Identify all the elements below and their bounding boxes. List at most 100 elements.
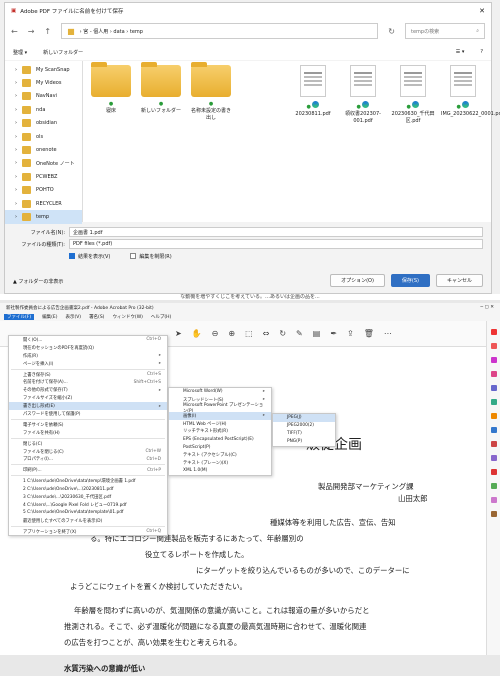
hand-tool-icon[interactable]: ✋ xyxy=(192,329,202,338)
chevron-right-icon[interactable]: › xyxy=(15,67,17,73)
file-item[interactable]: ● 名称未設定の書き出し xyxy=(189,62,233,121)
view-result-checkbox[interactable]: 結果を表示(V) xyxy=(69,253,110,260)
menu-item[interactable]: 名前を付けて保存(A)... Shift+Ctrl+S xyxy=(9,378,167,386)
menu-item[interactable]: JPEG2000(2) xyxy=(273,422,335,430)
menu-item[interactable]: ファイルサイズを縮小(Z) xyxy=(9,394,167,402)
menu-item[interactable]: ファイルを閉じる(C) Ctrl+W xyxy=(9,448,167,456)
file-item[interactable]: ● 新しいフォルダー xyxy=(139,62,183,115)
share-icon[interactable]: ⇪ xyxy=(347,329,354,338)
file-item[interactable]: ● IMG_20230622_0001.pdf xyxy=(441,65,500,118)
options-button[interactable]: オプション(O) xyxy=(330,274,385,287)
menu-item[interactable]: その他の形式で保存(T) ▸ xyxy=(9,386,167,394)
tool-icon[interactable] xyxy=(490,371,497,377)
menu-item[interactable]: 5 C:\Users\ude\OneDrive\data\template\01… xyxy=(9,509,167,517)
new-folder-button[interactable]: 新しいフォルダー xyxy=(43,49,83,56)
menu-item[interactable]: EPS (Encapsulated PostScript)(E) xyxy=(169,435,271,443)
delete-icon[interactable]: 🗑 xyxy=(364,329,374,338)
chevron-right-icon[interactable]: › xyxy=(15,147,17,153)
sidebar-item[interactable]: › My Videos xyxy=(5,76,82,89)
sidebar-item[interactable]: › NavNavi xyxy=(5,90,82,103)
menu-1[interactable]: 編集(E) xyxy=(42,314,57,320)
back-icon[interactable]: ← xyxy=(11,27,18,36)
menu-item[interactable]: 閉じる(C) xyxy=(9,440,167,448)
tool-icon[interactable] xyxy=(490,427,497,433)
menu-item[interactable]: テキスト (アクセシブル)(C) xyxy=(169,451,271,459)
menu-5[interactable]: ヘルプ(H) xyxy=(151,314,171,320)
file-item[interactable]: ● 寝床 xyxy=(89,62,133,115)
organize-button[interactable]: 整理 ▾ xyxy=(13,49,27,56)
menu-item[interactable]: リッチテキスト形式(R) xyxy=(169,427,271,435)
menu-4[interactable]: ウィンドウ(W) xyxy=(112,314,142,320)
menu-item[interactable]: 1 C:\Users\ude\OneDrive\data\temp\環境企画書 … xyxy=(9,477,167,485)
menu-item[interactable]: 印刷(P)... Ctrl+P xyxy=(9,466,167,474)
filename-input[interactable]: 企画書 1.pdf xyxy=(69,227,483,237)
chevron-right-icon[interactable]: › xyxy=(15,134,17,140)
restrict-edit-checkbox[interactable]: 編集を制限(R) xyxy=(130,253,172,260)
menu-item[interactable]: ファイルを共有(H) xyxy=(9,429,167,437)
chevron-right-icon[interactable]: › xyxy=(15,174,17,180)
file-item[interactable]: ● 領収書202307-001.pdf xyxy=(341,65,385,124)
close-icon[interactable]: ✕ xyxy=(479,7,485,15)
filetype-select[interactable]: PDF files (*.pdf) xyxy=(69,239,483,249)
menu-3[interactable]: 署名(S) xyxy=(89,314,104,320)
tool-icon[interactable] xyxy=(490,469,497,475)
zoom-in-icon[interactable]: ⊕ xyxy=(228,329,235,338)
tool-icon[interactable] xyxy=(490,343,497,349)
menu-item[interactable]: テキスト (プレーン)(X) xyxy=(169,459,271,467)
sign-icon[interactable]: ✒ xyxy=(330,329,337,338)
marquee-icon[interactable]: ⬚ xyxy=(245,329,253,338)
tool-icon[interactable] xyxy=(490,399,497,405)
menu-item[interactable]: Microsoft PowerPoint プレゼンテーション(P) xyxy=(169,403,271,414)
menu-item[interactable]: JPEG(J) xyxy=(273,414,335,422)
menu-item[interactable]: TIFF(T) xyxy=(273,430,335,438)
menu-item[interactable]: プロパティ(I)... Ctrl+D xyxy=(9,455,167,463)
tool-icon[interactable] xyxy=(490,483,497,489)
chevron-right-icon[interactable]: › xyxy=(15,160,17,166)
tool-icon[interactable] xyxy=(490,455,497,461)
menu-item[interactable]: 上書き保存(S) Ctrl+S xyxy=(9,371,167,379)
up-icon[interactable]: ↑ xyxy=(44,27,51,36)
chevron-right-icon[interactable]: › xyxy=(15,201,17,207)
refresh-icon[interactable]: ↻ xyxy=(388,27,395,36)
menu-item[interactable]: PostScript(P) xyxy=(169,443,271,451)
tool-icon[interactable] xyxy=(490,441,497,447)
tool-icon[interactable] xyxy=(490,357,497,363)
fit-icon[interactable]: ⇔ xyxy=(263,329,270,338)
zoom-out-icon[interactable]: ⊖ xyxy=(212,329,219,338)
chevron-right-icon[interactable]: › xyxy=(15,214,17,220)
highlight-icon[interactable]: ▤ xyxy=(313,329,321,338)
path-box[interactable]: ■ › 宮 - 個人用 › data › temp xyxy=(61,23,379,39)
tool-icon[interactable] xyxy=(490,413,497,419)
sidebar-item[interactable]: › My ScanSnap xyxy=(5,63,82,76)
menu-item[interactable]: 最近使用したすべてのファイルを表示(D) xyxy=(9,517,167,525)
rotate-icon[interactable]: ↻ xyxy=(279,329,286,338)
menu-item[interactable]: 作成(R) ▸ xyxy=(9,352,167,360)
sidebar-item[interactable]: › PCWEBZ xyxy=(5,170,82,183)
chevron-right-icon[interactable]: › xyxy=(15,93,17,99)
menu-item[interactable]: 4 C:\Users\...\Google Pixel Fold レビュー071… xyxy=(9,501,167,509)
sidebar-item[interactable]: › POHTO xyxy=(5,184,82,197)
file-item[interactable]: ● 20230811.pdf xyxy=(291,65,335,118)
menu-item[interactable]: アプリケーションを終了(X) Ctrl+Q xyxy=(9,528,167,536)
chevron-right-icon[interactable]: › xyxy=(15,187,17,193)
sidebar-item[interactable]: › onenote xyxy=(5,143,82,156)
menu-item[interactable]: PNG(P) xyxy=(273,438,335,446)
menu-item[interactable]: Microsoft Word(W) ▸ xyxy=(169,388,271,396)
tool-icon[interactable] xyxy=(490,329,497,335)
menu-item[interactable]: 現在のセッションのPDFを再度読(Q) xyxy=(9,344,167,352)
chevron-right-icon[interactable]: › xyxy=(15,120,17,126)
menu-item[interactable]: HTML Web ページ(H) xyxy=(169,420,271,428)
tool-icon[interactable] xyxy=(490,497,497,503)
more-icon[interactable]: ⋯ xyxy=(384,329,392,338)
sidebar-item[interactable]: › obsidian xyxy=(5,117,82,130)
hide-folders-button[interactable]: ▲ フォルダーの非表示 xyxy=(13,278,63,285)
menu-2[interactable]: 表示(V) xyxy=(65,314,81,320)
tool-icon[interactable] xyxy=(490,511,497,517)
sidebar-item[interactable]: › OneNote ノート xyxy=(5,157,82,170)
menu-item[interactable]: 電子サインを依頼(S) xyxy=(9,421,167,429)
menu-item[interactable]: ページを挿入(I) ▸ xyxy=(9,360,167,368)
window-controls[interactable]: ─ ▢ ✕ xyxy=(480,305,494,310)
search-input[interactable]: tempの検索 ⌕ xyxy=(405,23,485,39)
save-button[interactable]: 保存(S) xyxy=(390,274,430,287)
menu-item[interactable]: 3 C:\Users\ude\...\20230630_千代田区.pdf xyxy=(9,493,167,501)
